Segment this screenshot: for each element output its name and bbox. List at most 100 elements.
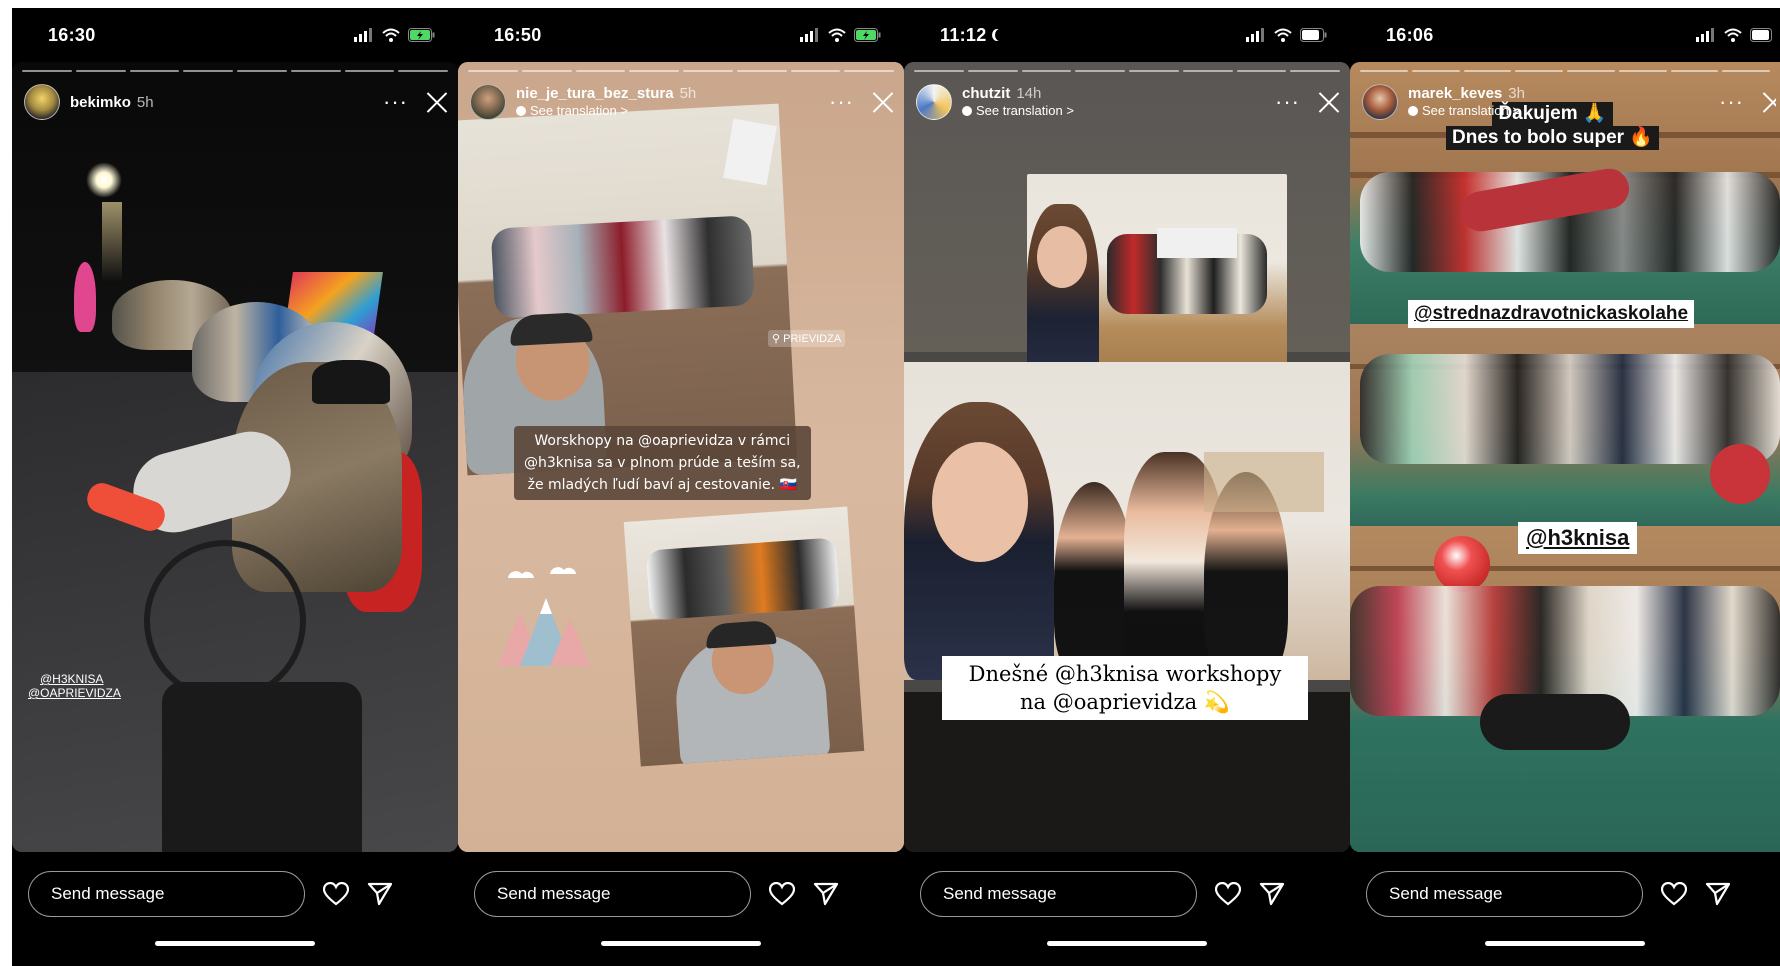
- caption-line-1: Dnešné @h3knisa workshopy: [968, 662, 1282, 686]
- signal-icon: [354, 28, 372, 42]
- mention-sticker-1[interactable]: @strednazdravotnickaskolahe: [1408, 300, 1695, 328]
- status-time: 16:06: [1386, 24, 1434, 45]
- username[interactable]: chutzit: [962, 85, 1010, 102]
- mention-sticker[interactable]: @H3KNISA @OAPRIEVIDZA: [28, 672, 121, 700]
- story-caption: Dnešné @h3knisa workshopy na @oaprievidz…: [942, 656, 1308, 720]
- story-panel-4: 16:06 Ďakujem 🙏 Dnes to bolo super 🔥 @st…: [1350, 8, 1780, 966]
- avatar[interactable]: [470, 84, 506, 120]
- location-sticker[interactable]: ⚲ PRIEVIDZA: [768, 330, 846, 347]
- post-age: 3h: [1508, 85, 1525, 102]
- story-photo: [12, 62, 458, 852]
- caption-line-1: Worskhopy na @oaprievidza v rámci: [534, 433, 791, 449]
- reply-bar: Send message: [1366, 870, 1780, 918]
- see-translation-link[interactable]: See translation >: [1408, 102, 1525, 119]
- send-icon[interactable]: [1705, 882, 1731, 906]
- caption-line-2: na @oaprievidza 💫: [1020, 690, 1230, 714]
- close-icon[interactable]: [426, 91, 448, 113]
- heart-icon[interactable]: [1661, 882, 1687, 906]
- home-indicator[interactable]: [155, 941, 315, 946]
- username[interactable]: bekimko: [70, 94, 131, 111]
- story-panel-1: 16:30 bekimko 5h ··· @H3KNISA @OAPRIEVID…: [12, 8, 458, 966]
- send-icon[interactable]: [813, 882, 839, 906]
- post-age: 14h: [1016, 85, 1042, 102]
- story-header: bekimko 5h ···: [24, 82, 448, 122]
- avatar[interactable]: [24, 84, 60, 120]
- heart-icon[interactable]: [323, 882, 349, 906]
- signal-icon: [1246, 28, 1264, 42]
- send-icon[interactable]: [367, 882, 393, 906]
- send-icon[interactable]: [1259, 882, 1285, 906]
- heart-icon[interactable]: [1215, 882, 1241, 906]
- home-indicator[interactable]: [1047, 941, 1207, 946]
- story-photo-1: [1027, 174, 1287, 394]
- story-panel-2: 16:50 ⚲ PRIEVIDZA Worskhopy na @oaprievi…: [458, 8, 904, 966]
- mention-oaprievidza[interactable]: @OAPRIEVIDZA: [28, 686, 121, 700]
- signal-icon: [1696, 28, 1714, 42]
- mention-h3knisa[interactable]: @H3KNISA: [28, 672, 121, 686]
- story-content[interactable]: Ďakujem 🙏 Dnes to bolo super 🔥 @strednaz…: [1350, 62, 1780, 852]
- progress-bars: [1360, 70, 1770, 72]
- battery-icon: [1750, 28, 1772, 42]
- close-icon[interactable]: [1318, 91, 1340, 113]
- wifi-icon: [1274, 28, 1292, 42]
- story-photo-3: [1350, 526, 1780, 852]
- username[interactable]: nie_je_tura_bez_stura: [516, 85, 674, 102]
- progress-bars: [468, 70, 894, 72]
- status-time: 11:12: [940, 25, 1005, 46]
- reply-bar: Send message: [28, 870, 444, 918]
- heart-icon[interactable]: [769, 882, 795, 906]
- post-age: 5h: [679, 85, 697, 102]
- progress-bars: [22, 70, 448, 72]
- translate-icon: [516, 105, 526, 116]
- caption-line-2: Dnes to bolo super 🔥: [1446, 126, 1660, 150]
- story-content[interactable]: Dnešné @h3knisa workshopy na @oaprievidz…: [904, 62, 1350, 852]
- send-message-input[interactable]: Send message: [28, 871, 305, 917]
- wifi-icon: [1724, 28, 1742, 42]
- story-header: nie_je_tura_bez_stura 5h See translation …: [470, 82, 894, 122]
- more-icon[interactable]: ···: [829, 91, 854, 113]
- signal-icon: [800, 28, 818, 42]
- send-message-input[interactable]: Send message: [920, 871, 1197, 917]
- send-message-input[interactable]: Send message: [1366, 871, 1643, 917]
- status-bar: 16:50: [458, 8, 904, 62]
- more-icon[interactable]: ···: [383, 91, 408, 113]
- username[interactable]: marek_keves: [1408, 85, 1502, 102]
- story-content[interactable]: ⚲ PRIEVIDZA Worskhopy na @oaprievidza v …: [458, 62, 904, 852]
- home-indicator[interactable]: [601, 941, 761, 946]
- translate-icon: [962, 105, 972, 116]
- see-translation-label: See translation >: [530, 103, 628, 118]
- close-icon[interactable]: [872, 91, 894, 113]
- more-icon[interactable]: ···: [1275, 91, 1300, 113]
- close-icon[interactable]: [1762, 91, 1776, 113]
- translate-icon: [1408, 105, 1418, 116]
- story-content[interactable]: bekimko 5h ··· @H3KNISA @OAPRIEVIDZA: [12, 62, 458, 852]
- mention-sticker-2[interactable]: @h3knisa: [1518, 522, 1638, 554]
- caption-line-2: @h3knisa sa v plnom prúde a teším sa,: [524, 455, 801, 471]
- story-photo-2: [623, 506, 865, 767]
- wifi-icon: [382, 28, 400, 42]
- send-message-input[interactable]: Send message: [474, 871, 751, 917]
- more-icon[interactable]: ···: [1719, 91, 1744, 113]
- status-time: 16:50: [494, 24, 542, 45]
- caption-line-3: že mladých ľudí baví aj cestovanie. 🇸🇰: [527, 477, 797, 493]
- avatar[interactable]: [1362, 84, 1398, 120]
- reply-bar: Send message: [474, 870, 890, 918]
- battery-icon: [408, 28, 435, 42]
- story-panel-3: 11:12 Dnešné @h3knisa workshopy na @oapr…: [904, 8, 1350, 966]
- mountains-sticker: [498, 567, 590, 666]
- post-age: 5h: [136, 93, 154, 111]
- story-header: chutzit 14h See translation > ···: [916, 82, 1340, 122]
- status-bar: 16:30: [12, 8, 458, 62]
- story-header: marek_keves 3h See translation > ···: [1362, 82, 1770, 122]
- avatar[interactable]: [916, 84, 952, 120]
- battery-icon: [1300, 28, 1327, 42]
- see-translation-link[interactable]: See translation >: [516, 102, 696, 119]
- see-translation-label: See translation >: [976, 103, 1074, 118]
- see-translation-link[interactable]: See translation >: [962, 102, 1074, 119]
- story-photo-2: [1350, 324, 1780, 526]
- see-translation-label: See translation >: [1422, 103, 1520, 118]
- status-bar: 16:06: [1350, 8, 1780, 62]
- wifi-icon: [828, 28, 846, 42]
- home-indicator[interactable]: [1485, 941, 1645, 946]
- status-time-value: 11:12: [940, 24, 987, 45]
